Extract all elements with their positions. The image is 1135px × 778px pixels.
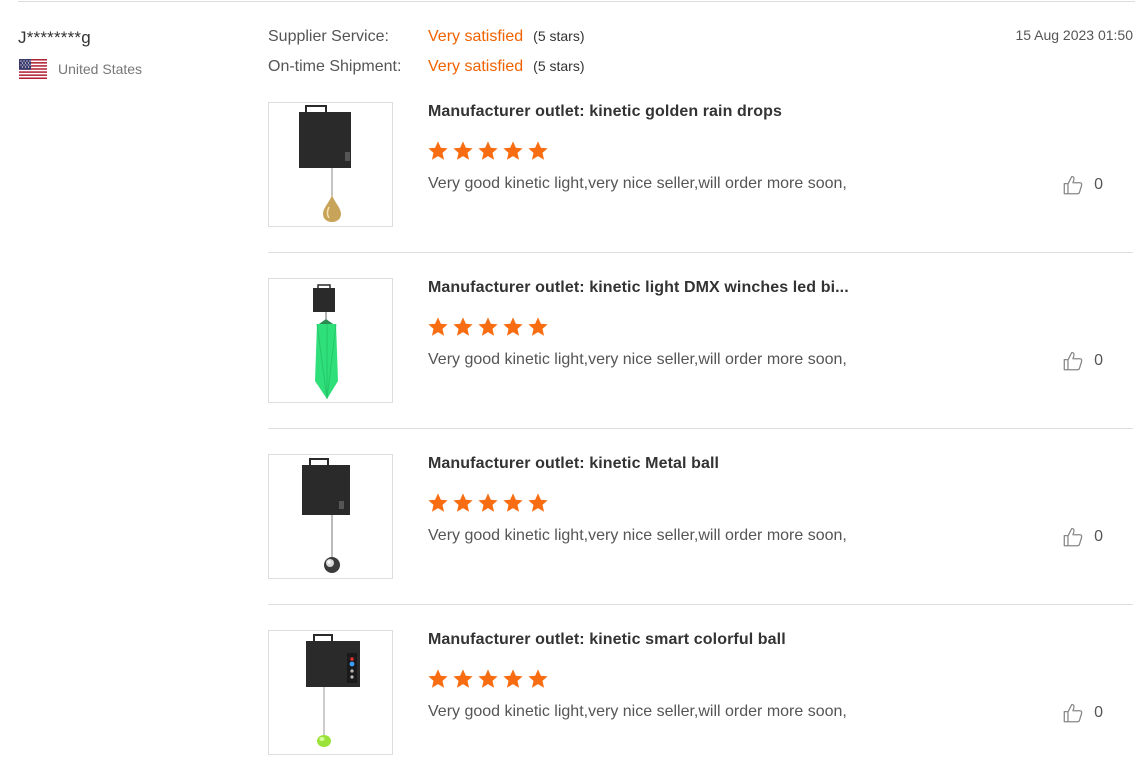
- country-name: United States: [58, 61, 143, 77]
- star-icon: [453, 493, 473, 512]
- product-thumbnail[interactable]: [268, 278, 393, 403]
- product-star-rating: [427, 140, 552, 162]
- kinetic-golden-raindrop-icon: [299, 105, 351, 222]
- review-comment: Very good kinetic light,very nice seller…: [428, 527, 847, 544]
- thumbs-up-icon: [1063, 176, 1083, 195]
- product-review-item: Manufacturer outlet: kinetic smart color…: [268, 630, 1133, 778]
- star-icon: [453, 669, 473, 688]
- star-icon: [428, 141, 448, 160]
- kinetic-metal-ball-icon: [302, 458, 350, 573]
- star-icon: [503, 141, 523, 160]
- item-divider: [268, 604, 1133, 605]
- star-icon: [428, 669, 448, 688]
- on-time-shipment-rating: On-time Shipment: Very satisfied (5 star…: [268, 58, 585, 76]
- star-icon: [528, 317, 548, 336]
- product-title[interactable]: Manufacturer outlet: kinetic golden rain…: [428, 103, 782, 121]
- star-icon: [528, 141, 548, 160]
- star-icon: [528, 493, 548, 512]
- like-button[interactable]: 0: [1062, 174, 1103, 196]
- product-title[interactable]: Manufacturer outlet: kinetic light DMX w…: [428, 279, 849, 297]
- product-title[interactable]: Manufacturer outlet: kinetic smart color…: [428, 631, 786, 649]
- product-thumbnail[interactable]: [268, 102, 393, 227]
- product-review-item: Manufacturer outlet: kinetic golden rain…: [268, 102, 1133, 278]
- product-title[interactable]: Manufacturer outlet: kinetic Metal ball: [428, 455, 719, 473]
- thumbs-up-icon: [1063, 704, 1083, 723]
- product-star-rating: [427, 668, 552, 690]
- kinetic-colorful-ball-icon: [306, 634, 360, 747]
- thumbs-up-icon: [1063, 528, 1083, 547]
- like-count: 0: [1094, 176, 1103, 193]
- star-icon: [453, 141, 473, 160]
- product-star-rating: [427, 316, 552, 338]
- like-count: 0: [1094, 528, 1103, 545]
- star-icon: [428, 317, 448, 336]
- product-thumbnail[interactable]: [268, 630, 393, 755]
- rating-value: Very satisfied: [428, 58, 524, 75]
- star-icon: [478, 493, 498, 512]
- rating-stars-text: (5 stars): [533, 28, 585, 44]
- product-review-item: Manufacturer outlet: kinetic light DMX w…: [268, 278, 1133, 454]
- like-button[interactable]: 0: [1062, 350, 1103, 372]
- rating-label: Supplier Service:: [268, 28, 389, 45]
- review-comment: Very good kinetic light,very nice seller…: [428, 703, 847, 720]
- product-star-rating: [427, 492, 552, 514]
- star-icon: [428, 493, 448, 512]
- us-flag-icon: [19, 59, 47, 79]
- like-button[interactable]: 0: [1062, 526, 1103, 548]
- star-icon: [478, 669, 498, 688]
- kinetic-green-crystal-icon: [313, 284, 338, 400]
- rating-value: Very satisfied: [428, 28, 524, 45]
- star-icon: [478, 141, 498, 160]
- thumbs-up-icon: [1063, 352, 1083, 371]
- top-divider: [18, 1, 1135, 2]
- supplier-service-rating: Supplier Service: Very satisfied (5 star…: [268, 28, 585, 46]
- star-icon: [503, 669, 523, 688]
- product-review-item: Manufacturer outlet: kinetic Metal ball …: [268, 454, 1133, 630]
- star-icon: [528, 669, 548, 688]
- rating-label: On-time Shipment:: [268, 58, 402, 75]
- star-icon: [453, 317, 473, 336]
- item-divider: [268, 252, 1133, 253]
- star-icon: [478, 317, 498, 336]
- product-thumbnail[interactable]: [268, 454, 393, 579]
- reviewer-country: United States: [19, 59, 142, 79]
- star-icon: [503, 317, 523, 336]
- review-comment: Very good kinetic light,very nice seller…: [428, 175, 847, 192]
- item-divider: [268, 428, 1133, 429]
- reviewer-name: J********g: [18, 28, 91, 47]
- star-icon: [503, 493, 523, 512]
- like-count: 0: [1094, 704, 1103, 721]
- review-card: J********g United States Supplier Servic…: [0, 0, 1135, 778]
- rating-stars-text: (5 stars): [533, 58, 585, 74]
- review-date: 15 Aug 2023 01:50: [1015, 27, 1133, 43]
- like-count: 0: [1094, 352, 1103, 369]
- review-comment: Very good kinetic light,very nice seller…: [428, 351, 847, 368]
- like-button[interactable]: 0: [1062, 702, 1103, 724]
